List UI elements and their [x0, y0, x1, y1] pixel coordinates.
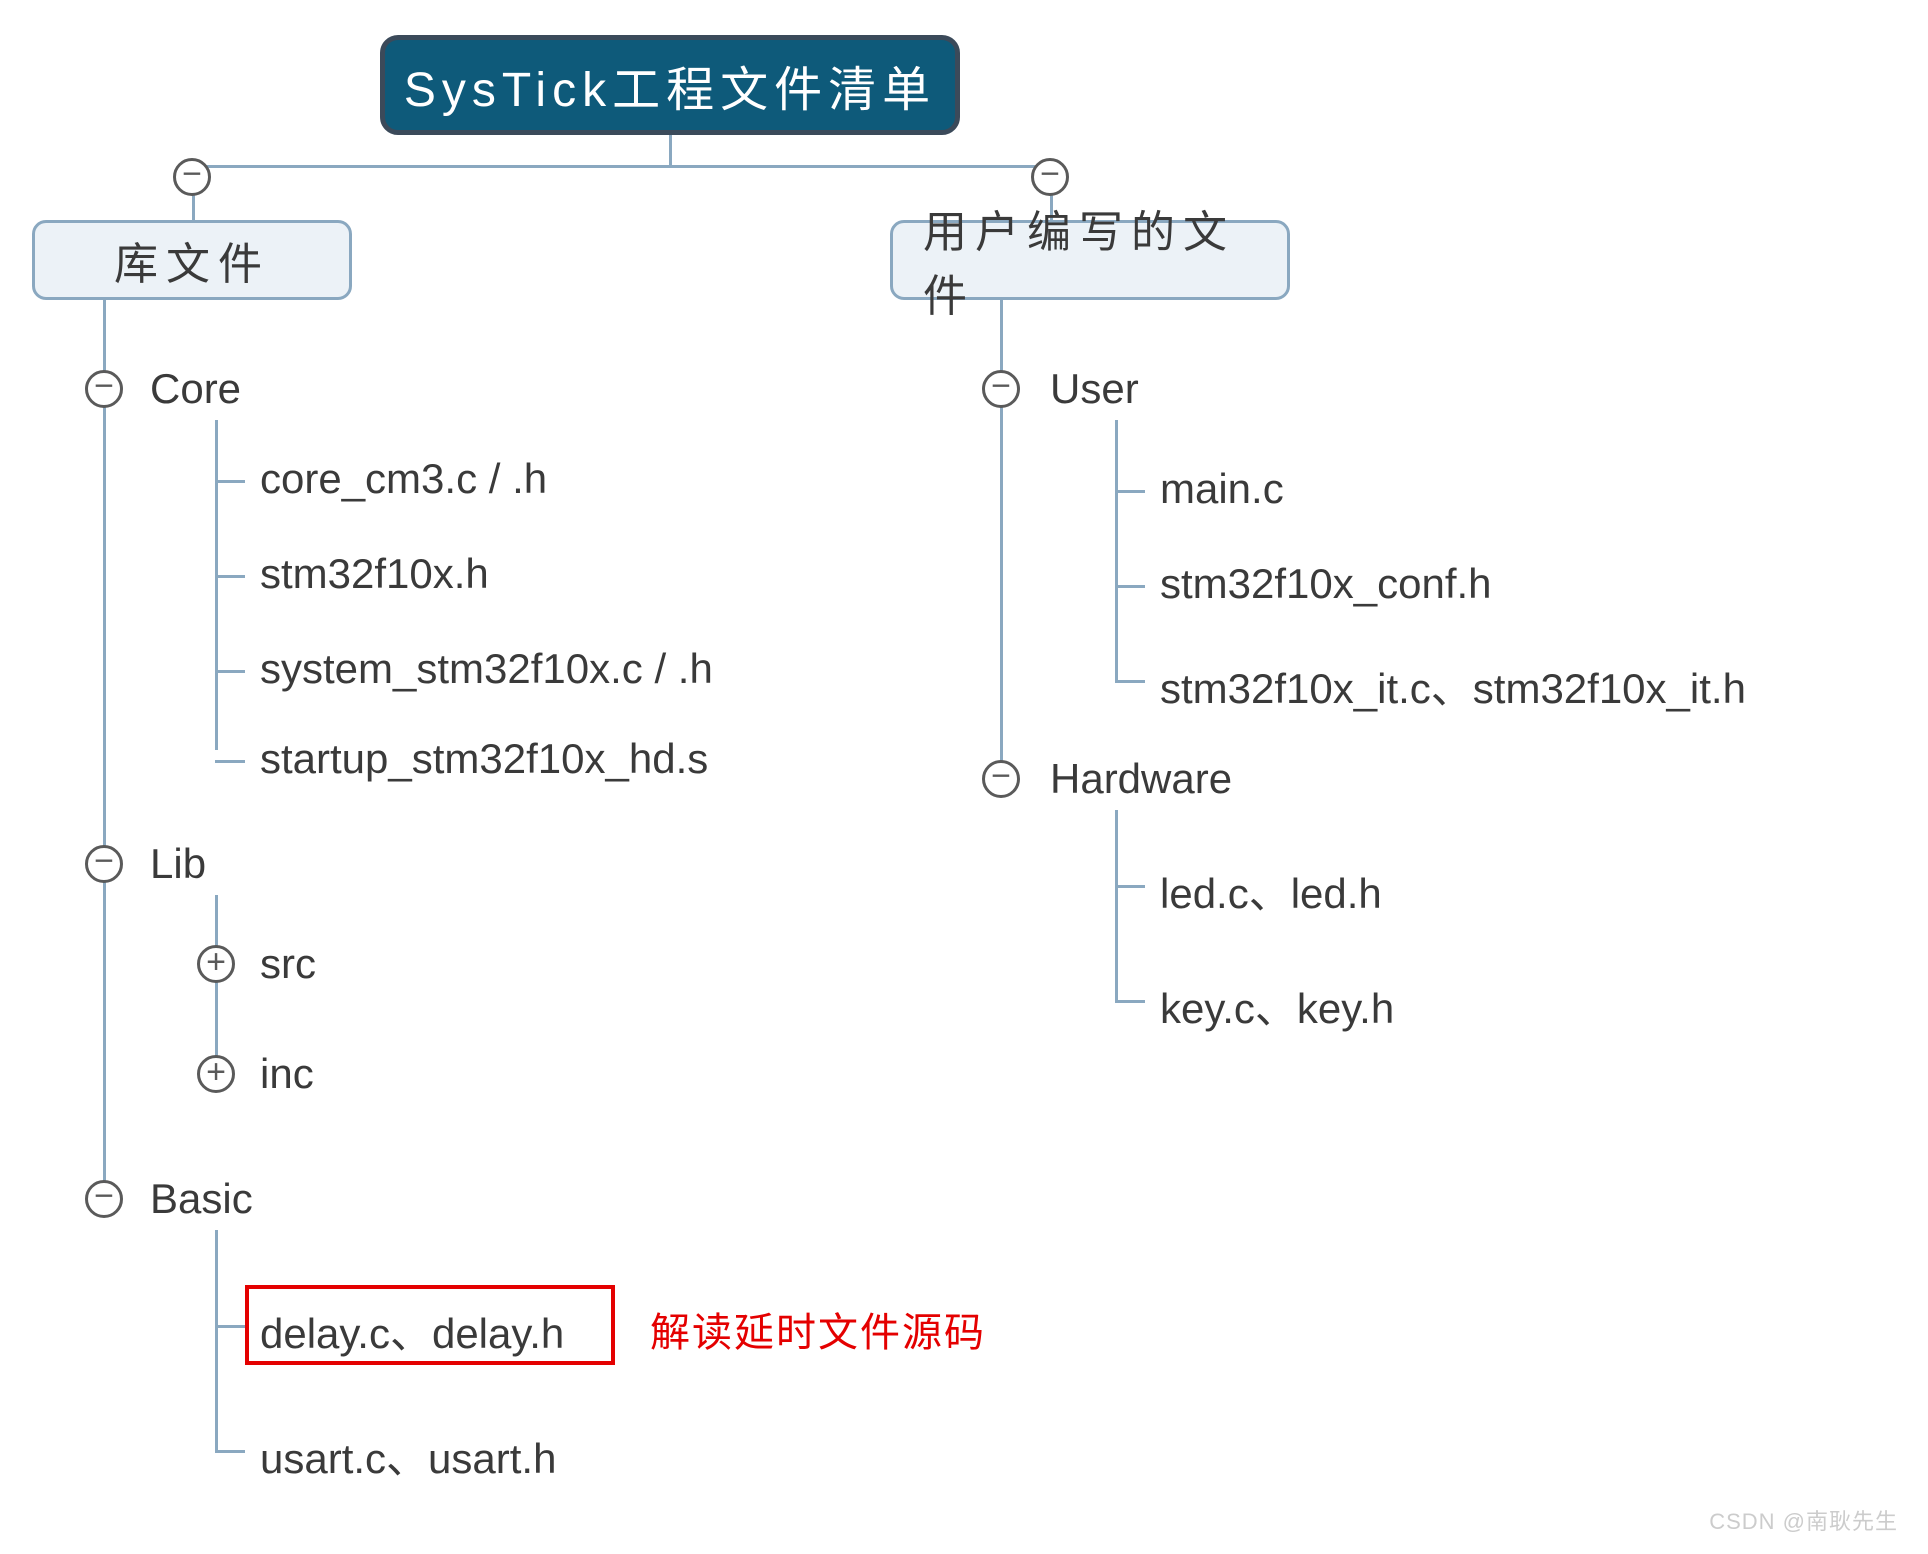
connector: [1115, 885, 1145, 888]
collapse-icon[interactable]: [85, 370, 123, 408]
connector: [1115, 490, 1145, 493]
file-item: stm32f10x_it.c、stm32f10x_it.h: [1160, 655, 1746, 716]
connector: [215, 760, 245, 763]
file-item: core_cm3.c / .h: [260, 455, 547, 503]
connector: [669, 135, 672, 165]
root-node: SysTick工程文件清单: [380, 35, 960, 135]
connector: [1115, 810, 1118, 1000]
folder-item[interactable]: inc: [260, 1050, 314, 1098]
folder-item[interactable]: src: [260, 940, 316, 988]
connector: [1115, 680, 1145, 683]
annotation-text: 解读延时文件源码: [650, 1300, 986, 1358]
file-item: main.c: [1160, 465, 1284, 513]
collapse-icon[interactable]: [85, 1180, 123, 1218]
file-item: stm32f10x_conf.h: [1160, 560, 1492, 608]
connector: [215, 480, 245, 483]
connector: [1115, 1000, 1145, 1003]
file-item: startup_stm32f10x_hd.s: [260, 735, 708, 783]
connector: [215, 575, 245, 578]
file-item: usart.c、usart.h: [260, 1425, 556, 1486]
connector: [215, 1325, 245, 1328]
highlight-delay-files: [245, 1285, 615, 1365]
file-item: led.c、led.h: [1160, 860, 1382, 921]
connector: [215, 420, 218, 750]
node-lib[interactable]: Lib: [150, 840, 206, 888]
connector: [103, 300, 106, 1200]
connector: [1115, 420, 1118, 680]
node-user[interactable]: User: [1050, 365, 1139, 413]
collapse-icon[interactable]: [173, 158, 211, 196]
branch-library-files[interactable]: 库文件: [32, 220, 352, 300]
node-core[interactable]: Core: [150, 365, 241, 413]
connector: [215, 1450, 245, 1453]
watermark: CSDN @南耿先生: [1709, 1504, 1898, 1536]
file-item: key.c、key.h: [1160, 975, 1394, 1036]
node-hardware[interactable]: Hardware: [1050, 755, 1232, 803]
connector: [1115, 585, 1145, 588]
connector: [215, 1230, 218, 1450]
file-item: stm32f10x.h: [260, 550, 489, 598]
collapse-icon[interactable]: [85, 845, 123, 883]
collapse-icon[interactable]: [982, 760, 1020, 798]
collapse-icon[interactable]: [1031, 158, 1069, 196]
branch-user-files[interactable]: 用户编写的文件: [890, 220, 1290, 300]
node-basic[interactable]: Basic: [150, 1175, 253, 1223]
file-item: system_stm32f10x.c / .h: [260, 645, 713, 693]
expand-icon[interactable]: [197, 945, 235, 983]
connector: [215, 670, 245, 673]
connector: [192, 165, 1052, 168]
expand-icon[interactable]: [197, 1055, 235, 1093]
collapse-icon[interactable]: [982, 370, 1020, 408]
